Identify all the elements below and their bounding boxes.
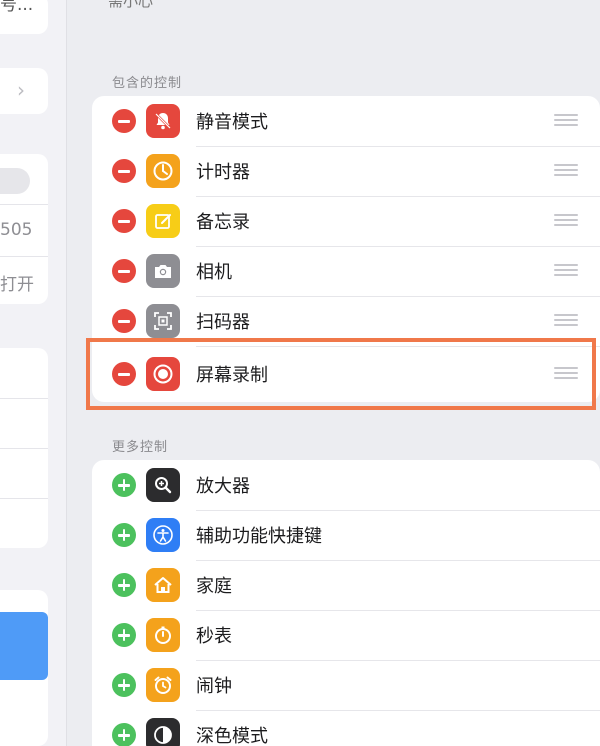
qr-scan-icon [146,304,180,338]
item-label: 相机 [196,262,232,283]
accessibility-icon [146,518,180,552]
remove-button[interactable] [112,209,136,233]
bell-slash-icon [146,104,180,138]
dark-mode-icon [146,718,180,746]
list-item[interactable]: 家庭 [92,560,600,610]
list-item[interactable]: 深色模式 [92,710,600,746]
item-label: 计时器 [196,162,250,183]
remove-button[interactable] [112,259,136,283]
camera-icon [146,254,180,288]
remove-button[interactable] [112,309,136,333]
list-item[interactable]: 扫码器 [92,296,600,346]
list-item[interactable]: 闹钟 [92,660,600,710]
item-label: 辅助功能快捷键 [196,526,322,547]
section-header-included: 包含的控制 [112,76,183,91]
magnifier-icon [146,468,180,502]
add-button[interactable] [112,673,136,697]
remove-button[interactable] [112,159,136,183]
add-button[interactable] [112,473,136,497]
item-label: 静音模式 [196,112,268,133]
item-label: 屏幕录制 [196,365,268,386]
list-item[interactable]: 备忘录 [92,196,600,246]
left-card-settings: 505 打开 [0,154,48,304]
add-button[interactable] [112,523,136,547]
left-card-top[interactable]: 号... [0,0,48,34]
list-item[interactable]: 静音模式 [92,96,600,146]
alarm-icon [146,668,180,702]
toggle-switch[interactable] [0,168,30,194]
item-label: 扫码器 [196,312,250,333]
remove-button[interactable] [112,362,136,386]
item-label: 深色模式 [196,726,268,746]
timer-icon [146,154,180,188]
left-row-open: 打开 [0,275,34,295]
divider [0,398,48,399]
selected-item-highlight[interactable] [0,612,48,680]
list-item[interactable]: 辅助功能快捷键 [92,510,600,560]
add-button[interactable] [112,723,136,746]
more-controls-list: 放大器 辅助功能快捷键 家庭 秒表 闹钟 深色模式 [92,460,600,746]
remove-button[interactable] [112,109,136,133]
list-item[interactable]: 放大器 [92,460,600,510]
left-row-value: 505 [0,220,33,240]
drag-handle-icon[interactable] [554,264,578,278]
divider [0,498,48,499]
top-cut-text: 需小心 [108,0,154,10]
divider [0,256,48,257]
control-center-settings: 号... › 505 打开 需小心 包含的控制 静音模式 计时器 备忘录 相机 … [0,0,600,746]
record-icon [146,357,180,391]
drag-handle-icon[interactable] [554,114,578,128]
add-button[interactable] [112,623,136,647]
divider [0,448,48,449]
drag-handle-icon[interactable] [554,367,578,381]
left-row-text: 号... [0,0,34,15]
list-item[interactable]: 秒表 [92,610,600,660]
list-item-screen-recording[interactable]: 屏幕录制 [92,346,600,402]
add-button[interactable] [112,573,136,597]
divider [0,204,48,205]
item-label: 家庭 [196,576,232,597]
item-label: 放大器 [196,476,250,497]
left-card-list [0,348,48,548]
drag-handle-icon[interactable] [554,164,578,178]
section-header-more: 更多控制 [112,440,169,455]
left-card-chevron[interactable]: › [0,68,48,114]
home-icon [146,568,180,602]
drag-handle-icon[interactable] [554,214,578,228]
chevron-right-icon: › [17,78,25,102]
stopwatch-icon [146,618,180,652]
drag-handle-icon[interactable] [554,314,578,328]
list-item[interactable]: 计时器 [92,146,600,196]
included-controls-list: 静音模式 计时器 备忘录 相机 扫码器 屏幕录制 [92,96,600,402]
list-item[interactable]: 相机 [92,246,600,296]
item-label: 备忘录 [196,212,250,233]
item-label: 秒表 [196,626,232,647]
left-settings-panel: 号... › 505 打开 [0,0,67,746]
note-icon [146,204,180,238]
item-label: 闹钟 [196,676,232,697]
